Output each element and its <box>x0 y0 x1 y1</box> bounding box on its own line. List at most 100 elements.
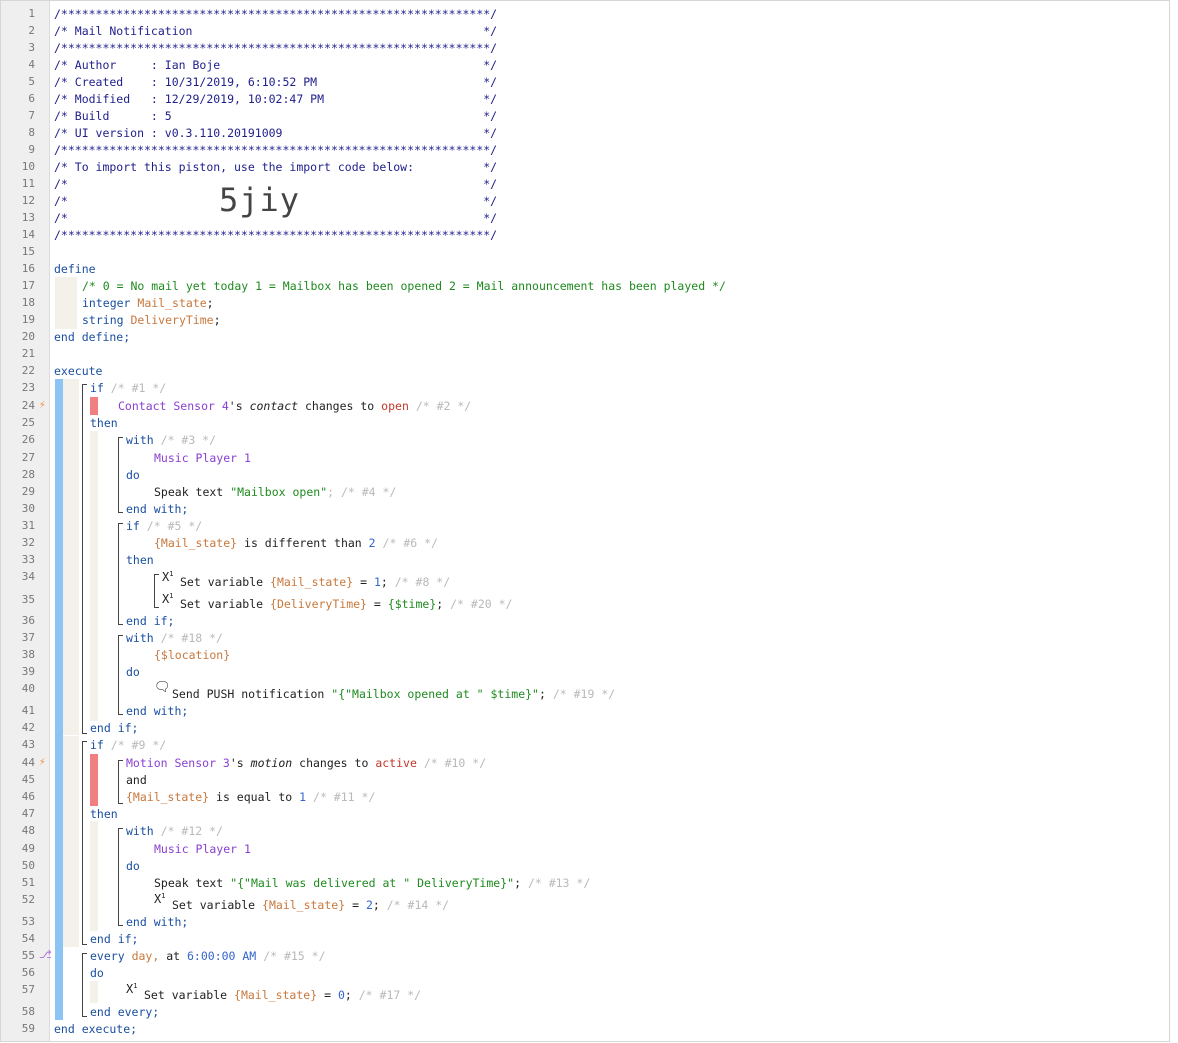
with-statement-3[interactable]: with /* #3 */ <box>126 433 216 447</box>
if1-block-bar <box>63 379 79 735</box>
set-group-bracket <box>154 574 159 608</box>
execute-keyword[interactable]: execute <box>54 364 102 378</box>
speak-delivered[interactable]: Speak text "{"Mail was delivered at " De… <box>154 876 590 890</box>
header-line: /* UI version : v0.3.110.20191009 */ <box>54 126 498 140</box>
if-statement-1[interactable]: if /* #1 */ <box>90 381 166 395</box>
and-operator[interactable]: and <box>126 773 147 787</box>
set-mail-state-2[interactable]: Set variable {Mail_state} = 2; /* #14 */ <box>172 898 449 912</box>
line-number: 37 <box>21 631 35 644</box>
do-keyword[interactable]: do <box>126 665 140 679</box>
set-variable-icon: X1 <box>126 982 138 996</box>
music-player-device[interactable]: Music Player 1 <box>154 451 251 465</box>
send-push-notification[interactable]: Send PUSH notification "{"Mailbox opened… <box>172 687 615 701</box>
set-mail-state-1[interactable]: Set variable {Mail_state} = 1; /* #8 */ <box>180 575 450 589</box>
define-comment[interactable]: /* 0 = No mail yet today 1 = Mailbox has… <box>82 279 726 293</box>
line-number: 24 <box>21 399 35 412</box>
every-timer[interactable]: every day, at 6:00:00 AM /* #15 */ <box>90 949 326 963</box>
line-number: 29 <box>21 485 35 498</box>
if2-bracket <box>82 741 87 945</box>
line-number: 47 <box>21 807 35 820</box>
then-keyword[interactable]: then <box>126 553 154 567</box>
with-statement-12[interactable]: with /* #12 */ <box>126 824 223 838</box>
line-number: 30 <box>21 502 35 515</box>
contact-trigger-condition[interactable]: Contact Sensor 4's contact changes to op… <box>118 399 471 413</box>
set-variable-icon: X1 <box>162 570 174 584</box>
set-delivery-time[interactable]: Set variable {DeliveryTime} = {$time}; /… <box>180 597 512 611</box>
line-number: 5 <box>28 75 35 88</box>
motion-trigger-condition[interactable]: Motion Sensor 3's motion changes to acti… <box>126 756 486 770</box>
if2-block-bar <box>63 736 79 947</box>
music-player-device[interactable]: Music Player 1 <box>154 842 251 856</box>
line-number: 41 <box>21 704 35 717</box>
timer-icon: ⎇ <box>39 948 52 961</box>
set-mail-state-0[interactable]: Set variable {Mail_state} = 0; /* #17 */ <box>144 988 421 1002</box>
execute-block-bar <box>55 379 63 1020</box>
line-number: 43 <box>21 738 35 751</box>
import-code[interactable]: 5jiy <box>219 181 300 219</box>
line-number: 17 <box>21 279 35 292</box>
header-line: /***************************************… <box>54 143 498 157</box>
line-number: 7 <box>28 109 35 122</box>
header-line: /***************************************… <box>54 228 498 242</box>
line-number: 6 <box>28 92 35 105</box>
cond-group-bracket <box>118 760 123 804</box>
line-number: 45 <box>21 773 35 786</box>
with-statement-18[interactable]: with /* #18 */ <box>126 631 223 645</box>
line-number: 44 <box>21 756 35 769</box>
line-number: 8 <box>28 126 35 139</box>
if-statement-9[interactable]: if /* #9 */ <box>90 738 166 752</box>
if-statement-5[interactable]: if /* #5 */ <box>126 519 202 533</box>
end-with[interactable]: end with; <box>126 915 188 929</box>
header-line: /* To import this piston, use the import… <box>54 160 498 174</box>
header-line: /* Modified : 12/29/2019, 10:02:47 PM */ <box>54 92 498 106</box>
then-keyword[interactable]: then <box>90 807 118 821</box>
line-number: 26 <box>21 433 35 446</box>
line-number: 31 <box>21 519 35 532</box>
mail-state-condition[interactable]: {Mail_state} is different than 2 /* #6 *… <box>154 536 438 550</box>
location-device[interactable]: {$location} <box>154 648 230 662</box>
line-number: 56 <box>21 966 35 979</box>
delivery-time-declaration[interactable]: string DeliveryTime; <box>82 313 221 327</box>
line-number: 54 <box>21 932 35 945</box>
end-execute[interactable]: end execute; <box>54 1022 137 1036</box>
line-number: 38 <box>21 648 35 661</box>
line-number: 22 <box>21 364 35 377</box>
with2-bracket <box>118 635 123 715</box>
trigger-bar-2 <box>90 754 98 806</box>
header-line: /***************************************… <box>54 41 498 55</box>
with3-bracket <box>118 828 123 926</box>
do-keyword[interactable]: do <box>90 966 104 980</box>
line-number: 21 <box>21 347 35 360</box>
line-number: 2 <box>28 24 35 37</box>
end-define[interactable]: end define; <box>54 330 130 344</box>
line-number: 15 <box>21 245 35 258</box>
end-every[interactable]: end every; <box>90 1005 159 1019</box>
line-number: 12 <box>21 194 35 207</box>
define-keyword[interactable]: define <box>54 262 96 276</box>
line-number: 4 <box>28 58 35 71</box>
set-variable-icon: X1 <box>154 892 166 906</box>
line-number: 18 <box>21 296 35 309</box>
end-if[interactable]: end if; <box>126 614 174 628</box>
line-number: 14 <box>21 228 35 241</box>
end-with[interactable]: end with; <box>126 704 188 718</box>
line-number: 49 <box>21 842 35 855</box>
end-if[interactable]: end if; <box>90 932 138 946</box>
end-if[interactable]: end if; <box>90 721 138 735</box>
line-number: 20 <box>21 330 35 343</box>
line-number: 58 <box>21 1005 35 1018</box>
line-number: 1 <box>28 7 35 20</box>
do-keyword[interactable]: do <box>126 468 140 482</box>
define-block-bar <box>55 277 77 329</box>
then2-bar <box>90 821 98 931</box>
mail-state-equal-condition[interactable]: {Mail_state} is equal to 1 /* #11 */ <box>126 790 375 804</box>
then-keyword[interactable]: then <box>90 416 118 430</box>
end-with[interactable]: end with; <box>126 502 188 516</box>
line-number: 42 <box>21 721 35 734</box>
every-bracket <box>82 953 87 1017</box>
mail-state-declaration[interactable]: integer Mail_state; <box>82 296 214 310</box>
do-keyword[interactable]: do <box>126 859 140 873</box>
header-line: /* Author : Ian Boje */ <box>54 58 498 72</box>
speak-mailbox-open[interactable]: Speak text "Mailbox open"; /* #4 */ <box>154 485 396 499</box>
line-number: 23 <box>21 381 35 394</box>
